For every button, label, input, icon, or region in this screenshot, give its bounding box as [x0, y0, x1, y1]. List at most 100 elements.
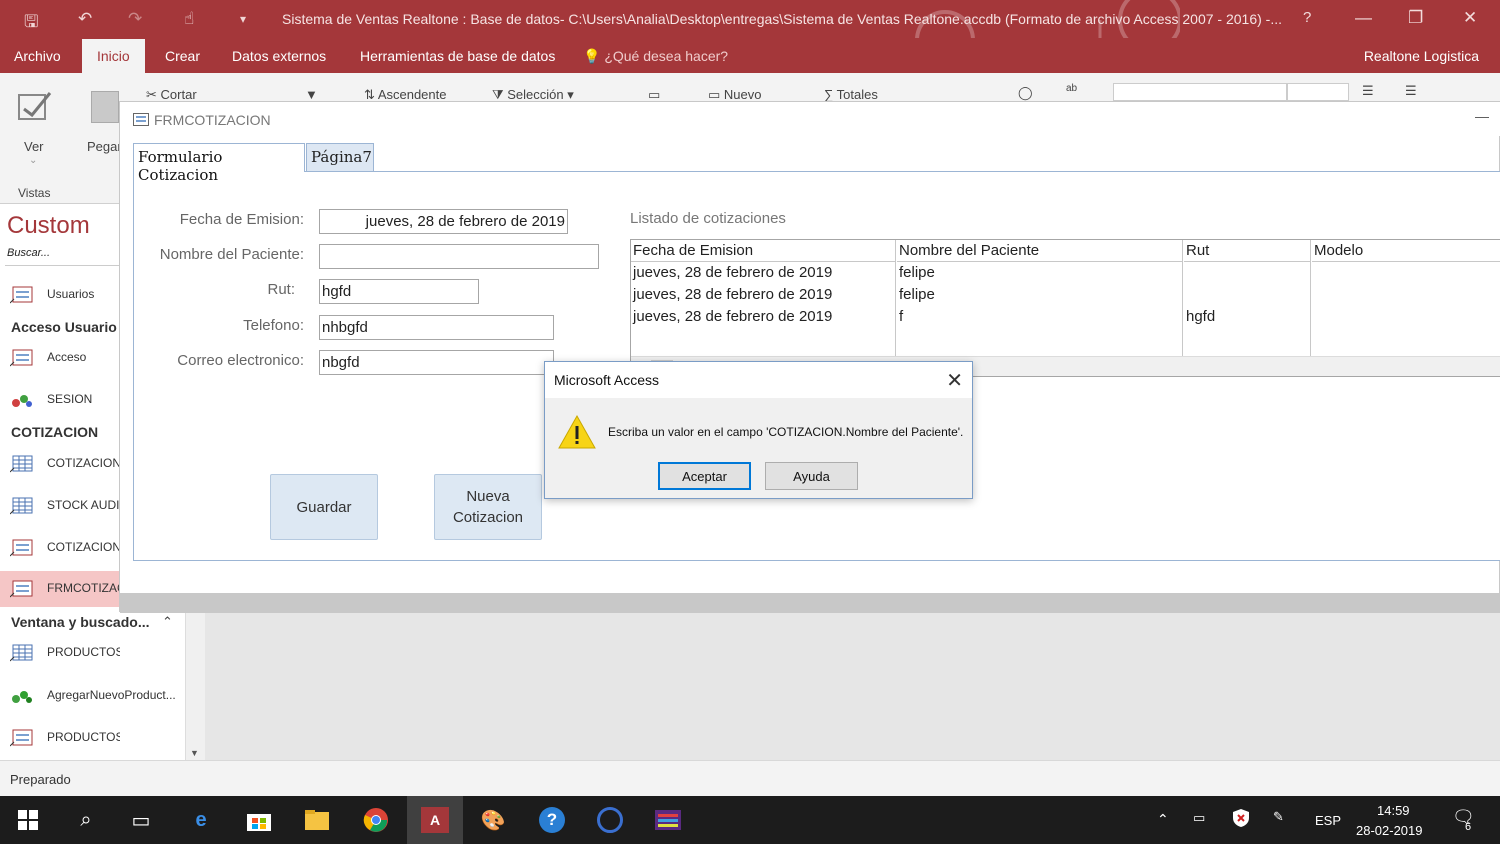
file-explorer-icon[interactable]: [301, 804, 333, 836]
guardar-button[interactable]: Guardar: [270, 474, 378, 540]
tab-pagina7[interactable]: Página7: [306, 143, 374, 172]
redo-icon[interactable]: ↷: [128, 9, 142, 29]
aceptar-button[interactable]: Aceptar: [658, 462, 751, 490]
font-size-combo[interactable]: [1287, 83, 1349, 101]
group-views-label: Vistas: [18, 186, 51, 200]
collapse-icon[interactable]: ⌃: [162, 614, 173, 630]
task-view-icon[interactable]: ▭: [125, 804, 157, 836]
bullets-icon[interactable]: ☰: [1362, 83, 1374, 99]
nav-item-cotizacion-form[interactable]: COTIZACION: [0, 530, 120, 566]
search-icon[interactable]: ⌕: [70, 804, 102, 836]
language-indicator[interactable]: ESP: [1315, 813, 1341, 828]
show-hidden-icons[interactable]: ⌃: [1157, 811, 1169, 828]
telefono-field[interactable]: nhbgfd: [319, 315, 554, 340]
tell-me-search[interactable]: 💡 ¿Qué desea hacer?: [583, 48, 728, 65]
touch-mode-icon[interactable]: ☝: [184, 9, 194, 29]
list-cell[interactable]: jueves, 28 de febrero de 2019: [631, 308, 832, 325]
cotizaciones-list[interactable]: Fecha de Emision Nombre del Paciente Rut…: [630, 239, 1500, 377]
security-shield-icon[interactable]: [1232, 808, 1250, 831]
replace-icon[interactable]: ab: [1066, 83, 1077, 94]
column-header-rut[interactable]: Rut: [1184, 240, 1311, 262]
dialog-close-button[interactable]: ✕: [946, 368, 963, 393]
nav-item-cotizacion-table[interactable]: COTIZACION: [0, 446, 120, 482]
nombre-paciente-field[interactable]: [319, 244, 599, 269]
menu-inicio[interactable]: Inicio: [82, 39, 145, 73]
view-dropdown-icon[interactable]: ⌄: [29, 155, 37, 166]
numbering-icon[interactable]: ☰: [1405, 83, 1417, 99]
settings-app-icon[interactable]: [594, 804, 626, 836]
nav-item-acceso[interactable]: Acceso: [0, 340, 120, 376]
nav-item-stock-audif[interactable]: STOCK AUDIF: [0, 488, 120, 524]
font-name-combo[interactable]: [1113, 83, 1287, 101]
column-header-fecha[interactable]: Fecha de Emision: [631, 240, 895, 262]
nav-item-frmcotizacion[interactable]: FRMCOTIZAC: [0, 571, 120, 607]
clock-date[interactable]: 28-02-2019: [1356, 823, 1423, 838]
notifications-icon[interactable]: 🗨: [1452, 807, 1475, 828]
list-cell[interactable]: felipe: [897, 264, 935, 281]
tab-formulario-cotizacion[interactable]: Formulario Cotizacion: [133, 143, 305, 184]
list-cell[interactable]: hgfd: [1184, 308, 1215, 325]
save-icon[interactable]: 🖫: [24, 9, 38, 38]
store-icon[interactable]: [243, 804, 275, 836]
view-button-label[interactable]: Ver: [24, 139, 44, 154]
nueva-cotizacion-button[interactable]: Nueva Cotizacion: [434, 474, 542, 540]
nav-item-label: FRMCOTIZAC: [47, 581, 120, 595]
nav-item-productos-form[interactable]: PRODUCTOS: [0, 720, 120, 756]
pen-icon[interactable]: ✎: [1273, 809, 1284, 825]
list-cell[interactable]: f: [897, 308, 903, 325]
correo-field[interactable]: nbgfd: [319, 350, 554, 375]
menu-crear[interactable]: Crear: [165, 48, 200, 64]
nav-item-label: STOCK AUDIF: [47, 498, 120, 512]
minimize-button[interactable]: —: [1355, 8, 1372, 28]
notification-count: 6: [1465, 821, 1472, 833]
nav-item-productos-table[interactable]: PRODUCTOS: [0, 635, 120, 671]
close-button[interactable]: ✕: [1463, 8, 1477, 28]
nav-item-sesion[interactable]: SESION: [0, 382, 120, 418]
menu-herramientas[interactable]: Herramientas de base de datos: [360, 48, 555, 64]
ayuda-button[interactable]: Ayuda: [765, 462, 858, 490]
totals-button[interactable]: ∑ Totales: [824, 87, 878, 102]
restore-button[interactable]: ❐: [1408, 8, 1423, 28]
start-button[interactable]: [12, 804, 44, 836]
paint-icon[interactable]: 🎨: [477, 804, 509, 836]
edge-icon[interactable]: e: [185, 804, 217, 836]
form-caption: FRMCOTIZACION —: [120, 102, 1500, 136]
totals-label: Totales: [836, 87, 878, 102]
nav-pane-title[interactable]: Custom: [7, 212, 90, 240]
user-name[interactable]: Realtone Logistica: [1364, 48, 1479, 64]
column-divider: [895, 240, 896, 357]
customize-qat-icon[interactable]: ▾: [240, 12, 246, 26]
undo-icon[interactable]: ↶: [78, 9, 92, 29]
macro-icon: [12, 691, 32, 703]
list-cell[interactable]: jueves, 28 de febrero de 2019: [631, 286, 832, 303]
nav-item-usuarios[interactable]: Usuarios: [0, 277, 120, 313]
menu-archivo[interactable]: Archivo: [14, 48, 61, 64]
nav-scrollbar[interactable]: ▼: [185, 604, 205, 760]
media-app-icon[interactable]: [652, 804, 684, 836]
fecha-emision-field[interactable]: jueves, 28 de febrero de 2019: [319, 209, 568, 234]
column-header-modelo[interactable]: Modelo: [1312, 240, 1500, 262]
scroll-down-icon[interactable]: ▼: [190, 748, 199, 758]
help-button[interactable]: ?: [1303, 9, 1311, 26]
nav-group-acceso-usuario[interactable]: Acceso Usuario: [11, 319, 117, 335]
menu-datos-externos[interactable]: Datos externos: [232, 48, 326, 64]
nav-item-agregar-producto[interactable]: AgregarNuevoProduct...: [0, 678, 185, 714]
column-header-nombre[interactable]: Nombre del Paciente: [897, 240, 1183, 262]
paste-button-label[interactable]: Pegar: [87, 139, 122, 154]
list-cell[interactable]: jueves, 28 de febrero de 2019: [631, 264, 832, 281]
view-icon[interactable]: [16, 87, 54, 125]
form-minimize-button[interactable]: —: [1475, 108, 1489, 124]
rut-field[interactable]: hgfd: [319, 279, 479, 304]
find-icon[interactable]: ◯: [1018, 85, 1033, 101]
help-app-icon[interactable]: ?: [536, 804, 568, 836]
chrome-icon[interactable]: [360, 804, 392, 836]
new-record-icon: ▭: [708, 87, 721, 102]
nav-group-ventana[interactable]: Ventana y buscado...: [11, 614, 150, 630]
access-taskbar-icon[interactable]: A: [407, 796, 463, 844]
clock-time[interactable]: 14:59: [1377, 803, 1410, 818]
list-cell[interactable]: felipe: [897, 286, 935, 303]
nav-group-cotizacion[interactable]: COTIZACION: [11, 424, 98, 440]
filter-icon[interactable]: ▼: [305, 87, 318, 102]
battery-icon[interactable]: ▭: [1193, 810, 1205, 826]
paste-icon[interactable]: [91, 91, 119, 123]
